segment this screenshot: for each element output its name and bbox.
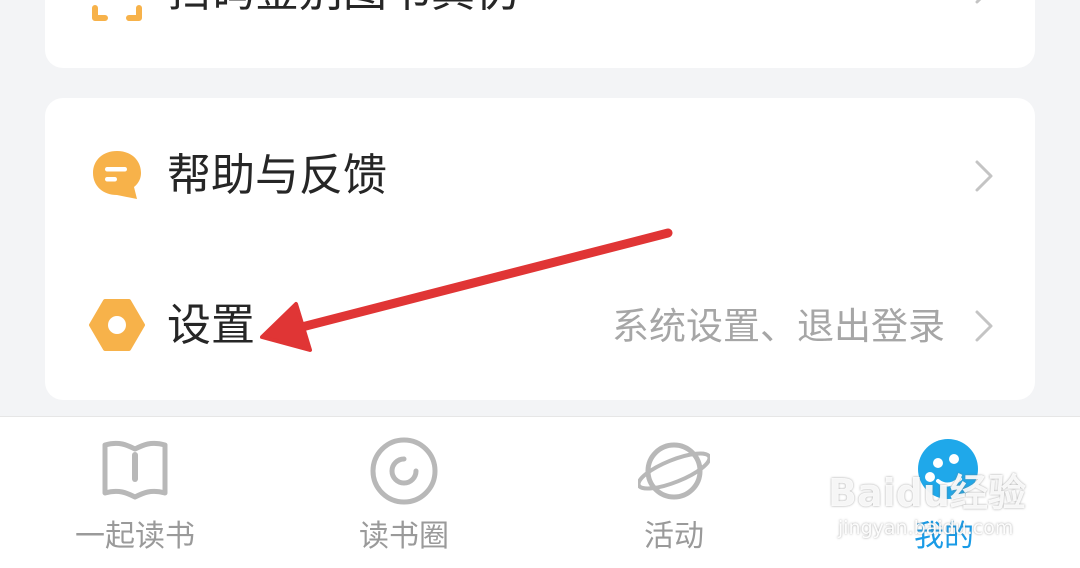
tab-mine[interactable]: 我的 (834, 417, 1054, 568)
feedback-icon (93, 151, 141, 199)
tab-reading-circle-label: 读书圈 (359, 519, 449, 554)
top-menu-card: 扫码鉴别图书真伪 (45, 0, 1035, 68)
menu-item-help-feedback-label: 帮助与反馈 (167, 150, 387, 201)
tab-reading-circle[interactable]: 读书圈 (294, 417, 514, 568)
menu-item-settings-label: 设置 (167, 300, 255, 351)
tab-activity-label: 活动 (644, 519, 704, 554)
chevron-right-icon (975, 310, 993, 342)
scan-verify-label: 扫码鉴别图书真伪 (167, 0, 519, 20)
menu-item-settings[interactable]: 设置 系统设置、退出登录 (45, 270, 1035, 380)
menu-item-help-feedback[interactable]: 帮助与反馈 (45, 120, 1035, 230)
tab-read-together-label: 一起读书 (75, 519, 195, 554)
planet-icon (638, 442, 710, 500)
settings-menu-card: 帮助与反馈 设置 系统设置、退出登录 (45, 98, 1035, 400)
scan-icon (92, 5, 142, 21)
tab-mine-label: 我的 (914, 519, 974, 554)
bottom-tab-bar: 一起读书 读书圈 活动 我的 (0, 416, 1080, 568)
mascot-avatar-icon (918, 439, 978, 499)
tab-activity[interactable]: 活动 (564, 417, 784, 568)
book-icon (102, 440, 168, 500)
chevron-right-icon (975, 0, 982, 4)
tab-read-together[interactable]: 一起读书 (25, 417, 245, 568)
circle-refresh-icon (370, 437, 438, 505)
settings-hex-icon (89, 299, 145, 351)
chevron-right-icon (975, 160, 993, 192)
menu-item-settings-sub: 系统设置、退出登录 (612, 305, 945, 348)
scan-verify-row[interactable]: 扫码鉴别图书真伪 (45, 0, 1035, 80)
